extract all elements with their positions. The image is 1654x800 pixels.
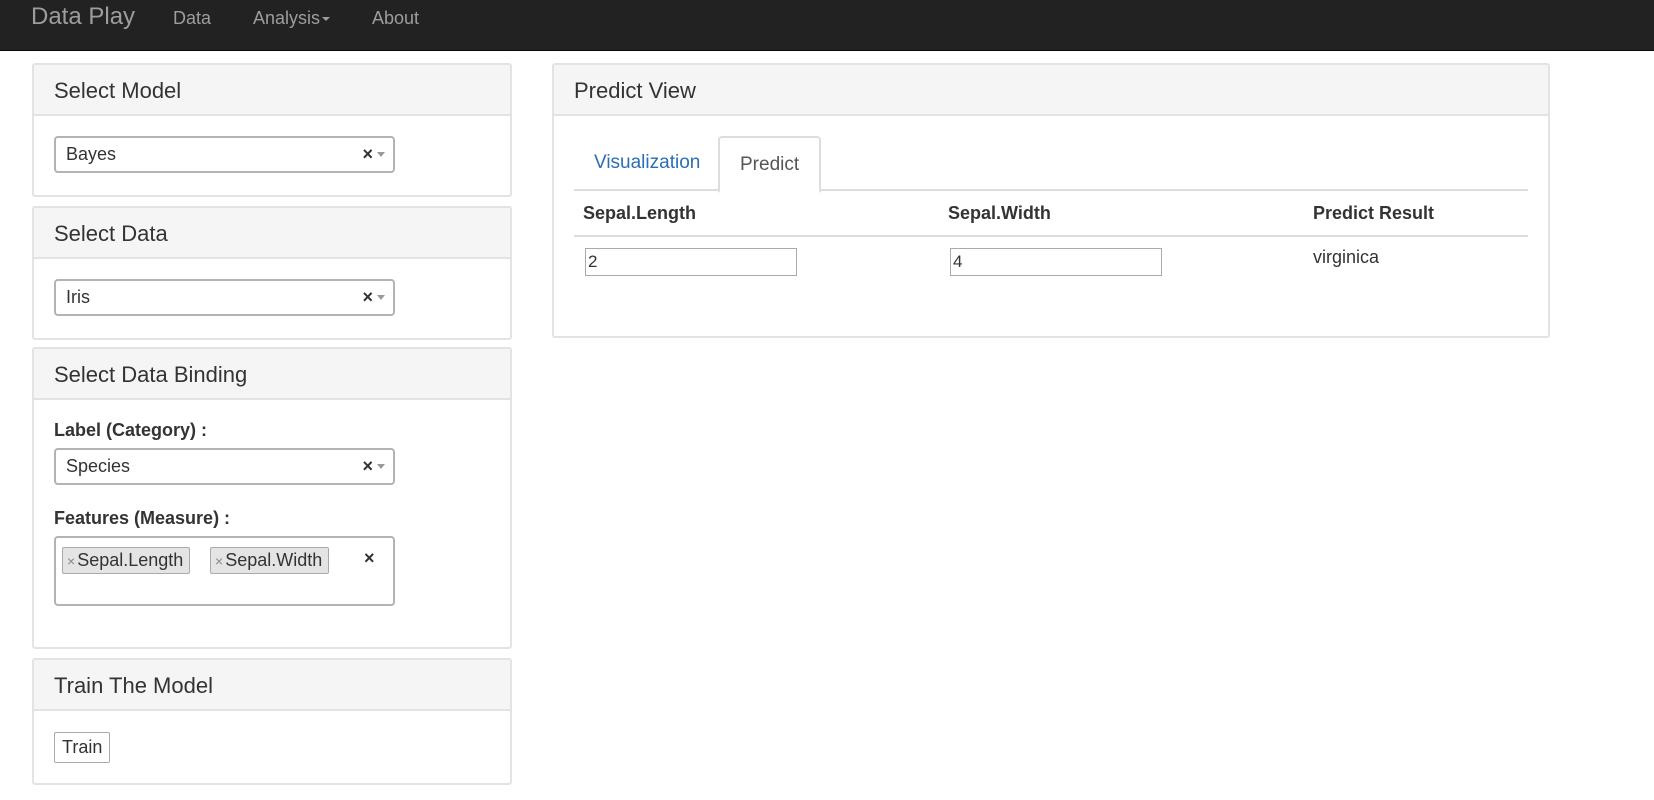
features-multiselect[interactable]: × Sepal.Length × Sepal.Width × <box>54 536 395 606</box>
nav-item-data[interactable]: Data <box>173 8 211 28</box>
select-model-panel: Select Model Bayes × <box>32 63 512 197</box>
feature-token[interactable]: × Sepal.Length <box>62 547 191 574</box>
data-binding-panel: Select Data Binding Label (Category) : S… <box>32 347 512 649</box>
clear-icon[interactable]: × <box>362 281 373 314</box>
sepal-width-input[interactable] <box>950 248 1162 276</box>
remove-token-icon[interactable]: × <box>67 553 75 569</box>
predict-view-panel: Predict View Visualization Predict Sepal… <box>552 63 1550 338</box>
model-select[interactable]: Bayes × <box>54 136 395 173</box>
data-select[interactable]: Iris × <box>54 279 395 316</box>
label-select-value: Species <box>66 456 131 476</box>
dropdown-arrow-icon[interactable] <box>377 295 385 300</box>
train-button[interactable]: Train <box>54 732 111 763</box>
clear-icon[interactable]: × <box>362 138 373 171</box>
brand-logo[interactable]: Data Play <box>31 3 135 31</box>
predict-result-value: virginica <box>1313 247 1380 267</box>
remove-token-icon[interactable]: × <box>215 553 223 569</box>
panel-title: Select Model <box>34 65 510 116</box>
features-field-label: Features (Measure) : <box>54 508 231 528</box>
dropdown-arrow-icon[interactable] <box>377 152 385 157</box>
dropdown-arrow-icon[interactable] <box>377 464 385 469</box>
column-header-sepal-length: Sepal.Length <box>583 203 697 223</box>
top-navbar: Data Play Data Analysis About <box>0 0 1654 51</box>
predict-tabs: Visualization Predict <box>574 136 1528 193</box>
nav-item-analysis-label: Analysis <box>253 8 321 28</box>
tab-predict[interactable]: Predict <box>718 136 822 193</box>
label-field-label: Label (Category) : <box>54 420 208 440</box>
feature-token[interactable]: × Sepal.Width <box>210 547 330 574</box>
clear-icon[interactable]: × <box>364 548 375 569</box>
column-header-predict-result: Predict Result <box>1313 203 1435 223</box>
panel-title: Select Data <box>34 208 510 259</box>
model-select-value: Bayes <box>66 144 117 164</box>
panel-title: Select Data Binding <box>34 349 510 400</box>
nav-item-analysis[interactable]: Analysis <box>253 8 331 28</box>
clear-icon[interactable]: × <box>362 450 373 483</box>
select-data-panel: Select Data Iris × <box>32 206 512 340</box>
panel-title: Predict View <box>554 65 1548 116</box>
sepal-length-input[interactable] <box>585 248 797 276</box>
train-panel: Train The Model Train <box>32 658 512 785</box>
tab-visualization[interactable]: Visualization <box>574 136 720 191</box>
label-select[interactable]: Species × <box>54 448 395 485</box>
data-select-value: Iris <box>66 287 90 307</box>
column-header-sepal-width: Sepal.Width <box>948 203 1051 223</box>
panel-title: Train The Model <box>34 660 510 711</box>
predict-table-header: Sepal.Length Sepal.Width Predict Result <box>574 191 1528 237</box>
feature-token-label: Sepal.Length <box>77 550 184 570</box>
feature-token-label: Sepal.Width <box>225 550 323 570</box>
nav-item-about[interactable]: About <box>372 8 419 28</box>
caret-down-icon <box>322 17 331 22</box>
